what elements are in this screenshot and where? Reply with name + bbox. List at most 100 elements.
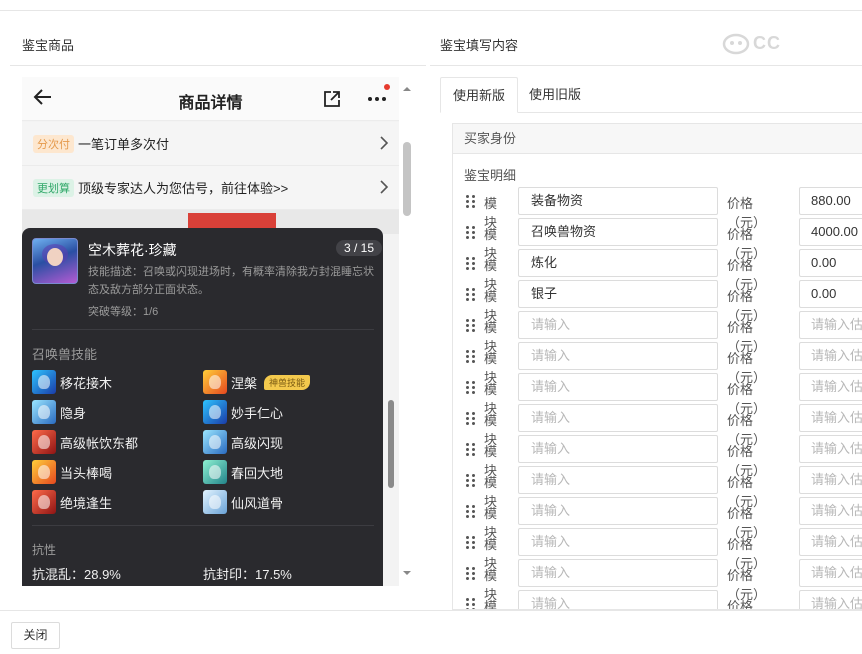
price-input[interactable]: 880.00	[799, 187, 862, 215]
drag-handle-icon[interactable]	[466, 288, 475, 301]
skill-item: 春回大地	[203, 460, 283, 484]
module-input[interactable]: 银子	[518, 280, 718, 308]
watermark-icon	[722, 33, 750, 55]
module-input[interactable]: 召唤兽物资	[518, 218, 718, 246]
top-divider	[0, 10, 862, 11]
module-input[interactable]: 请输入	[518, 590, 718, 609]
appraisal-dialog: 鉴宝商品 鉴宝填写内容 CC 商品详情 分次付 一笔订单多次付 更划算 顶级专家…	[0, 0, 862, 654]
pet-name: 空木葬花·珍藏	[88, 242, 177, 258]
price-input[interactable]: 0.00	[799, 280, 862, 308]
skill-swap-icon	[32, 370, 56, 394]
footer-divider	[0, 610, 862, 611]
price-input[interactable]: 请输入估价	[799, 342, 862, 370]
skill-name: 绝境逢生	[60, 495, 113, 511]
drag-handle-icon[interactable]	[466, 536, 475, 549]
resist-title: 抗性	[32, 543, 57, 557]
module-input[interactable]: 请输入	[518, 466, 718, 494]
price-input[interactable]: 0.00	[799, 249, 862, 277]
drag-handle-icon[interactable]	[466, 505, 475, 518]
scroll-down-icon[interactable]	[402, 568, 412, 578]
module-input[interactable]: 炼化	[518, 249, 718, 277]
skill-nirvana-icon	[203, 370, 227, 394]
module-input[interactable]: 请输入	[518, 342, 718, 370]
skill-name: 涅槃	[231, 375, 258, 391]
tab-old-version[interactable]: 使用旧版	[517, 77, 593, 113]
resist-chaos: 抗混乱：28.9%	[32, 567, 121, 582]
skill-name: 妙手仁心	[231, 405, 284, 421]
tab-new-version[interactable]: 使用新版	[440, 77, 519, 113]
watermark-text: CC	[753, 32, 781, 53]
right-section-divider	[430, 65, 862, 66]
pet-counter-badge: 3 / 15	[336, 240, 383, 256]
price-input[interactable]: 请输入估价	[799, 404, 862, 432]
skills-title: 召唤兽技能	[32, 347, 98, 362]
popup-divider	[32, 525, 374, 526]
skill-item: 隐身	[32, 400, 86, 424]
drag-handle-icon[interactable]	[466, 350, 475, 363]
module-label: 模块	[484, 599, 498, 610]
module-input[interactable]: 请输入	[518, 497, 718, 525]
skill-name: 高级闪现	[231, 435, 284, 451]
drag-handle-icon[interactable]	[466, 412, 475, 425]
buyer-identity-header: 买家身份	[453, 124, 862, 154]
skill-item: 仙风道骨	[203, 490, 283, 514]
module-input[interactable]: 请输入	[518, 404, 718, 432]
skill-item: 涅槃 神兽技能	[203, 370, 311, 394]
popup-scrollbar-thumb[interactable]	[388, 400, 394, 488]
drag-handle-icon[interactable]	[466, 567, 475, 580]
chevron-right-icon	[379, 136, 389, 153]
skill-item: 移花接木	[32, 370, 112, 394]
module-input[interactable]: 装备物资	[518, 187, 718, 215]
skill-strike-icon	[32, 460, 56, 484]
drag-handle-icon[interactable]	[466, 226, 475, 239]
watermark-logo: CC	[722, 31, 781, 55]
skill-revive-icon	[32, 490, 56, 514]
share-icon[interactable]	[322, 89, 342, 112]
skill-name: 隐身	[60, 405, 87, 421]
skill-feast-icon	[32, 430, 56, 454]
preview-scrollbar[interactable]	[402, 84, 412, 584]
skill-item: 高级闪现	[203, 430, 283, 454]
close-button[interactable]: 关闭	[11, 622, 60, 649]
drag-handle-icon[interactable]	[466, 257, 475, 270]
chevron-right-icon	[379, 180, 389, 197]
bargain-tag: 更划算	[33, 178, 74, 197]
module-input[interactable]: 请输入	[518, 528, 718, 556]
skill-name: 移花接木	[60, 375, 113, 391]
skill-name: 高级帐饮东都	[60, 435, 139, 451]
scrollbar-thumb[interactable]	[403, 142, 411, 216]
price-input[interactable]: 请输入估价	[799, 311, 862, 339]
price-input[interactable]: 请输入估价	[799, 497, 862, 525]
drag-handle-icon[interactable]	[466, 598, 475, 609]
price-input[interactable]: 请输入估价	[799, 528, 862, 556]
skill-item: 高级帐饮东都	[32, 430, 138, 454]
resist-seal: 抗封印：17.5%	[203, 567, 292, 582]
skill-item: 绝境逢生	[32, 490, 112, 514]
scroll-up-icon[interactable]	[402, 84, 412, 94]
module-input[interactable]: 请输入	[518, 373, 718, 401]
skill-item: 妙手仁心	[203, 400, 283, 424]
version-tabs: 使用新版 使用旧版	[440, 77, 862, 113]
drag-handle-icon[interactable]	[466, 474, 475, 487]
drag-handle-icon[interactable]	[466, 443, 475, 456]
drag-handle-icon[interactable]	[466, 195, 475, 208]
module-input[interactable]: 请输入	[518, 435, 718, 463]
more-options-icon[interactable]	[366, 89, 388, 112]
skill-name: 春回大地	[231, 465, 284, 481]
price-input[interactable]: 请输入估价	[799, 373, 862, 401]
skill-flash-icon	[203, 430, 227, 454]
skill-name: 仙风道骨	[231, 495, 284, 511]
price-input[interactable]: 请输入估价	[799, 466, 862, 494]
module-input[interactable]: 请输入	[518, 559, 718, 587]
price-input[interactable]: 请输入估价	[799, 559, 862, 587]
module-input[interactable]: 请输入	[518, 311, 718, 339]
drag-handle-icon[interactable]	[466, 319, 475, 332]
price-input[interactable]: 4000.00	[799, 218, 862, 246]
promo-row-installment[interactable]: 分次付 一笔订单多次付	[22, 122, 399, 166]
phone-title: 商品详情	[178, 95, 243, 112]
left-section-title: 鉴宝商品	[22, 38, 75, 53]
price-input[interactable]: 请输入估价	[799, 435, 862, 463]
drag-handle-icon[interactable]	[466, 381, 475, 394]
price-input[interactable]: 请输入估价	[799, 590, 862, 609]
promo-row-appraisal[interactable]: 更划算 顶级专家达人为您估号，前往体验>>	[22, 166, 399, 210]
